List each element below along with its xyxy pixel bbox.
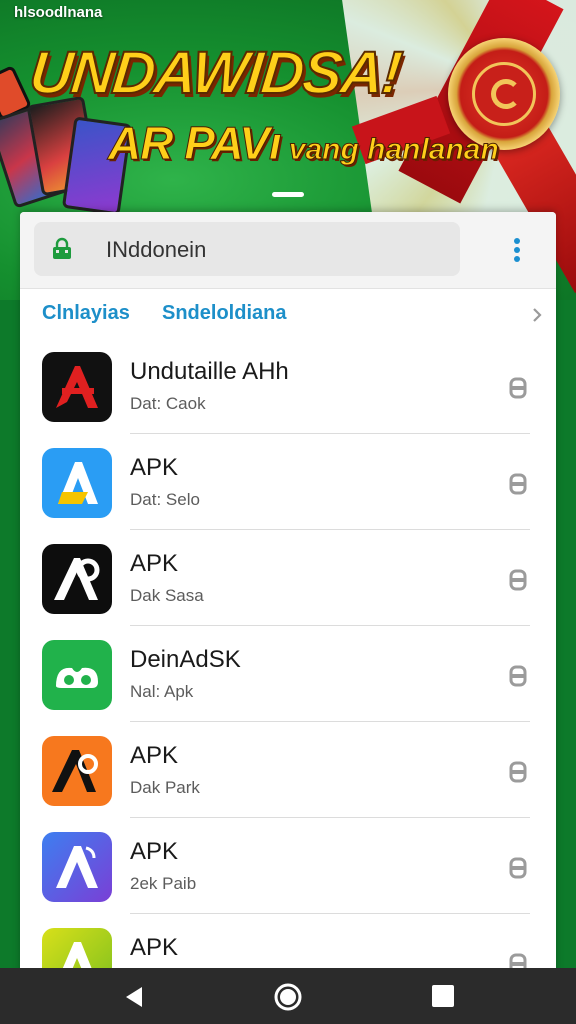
list-item[interactable]: Undutaille AHh Dat: Caok (20, 338, 556, 434)
app-subtitle: Dak Park (130, 778, 200, 797)
status-bar-text: hlsoodlnana (14, 4, 103, 21)
app-name: APK (130, 742, 179, 769)
sheet-drag-handle[interactable] (272, 192, 304, 197)
app-subtitle: 2ek Paib (130, 874, 197, 893)
banner-sub-small: vang hanlanan (288, 133, 499, 167)
list-item[interactable]: APK Dak Park (20, 722, 556, 818)
app-name: APK (130, 454, 179, 481)
breadcrumb-item[interactable]: Clnlayias (42, 302, 130, 325)
system-nav-bar (0, 968, 576, 1024)
chevron-right-icon[interactable] (526, 304, 548, 326)
breadcrumb: Clnlayias Sndeloldiana (42, 302, 542, 330)
search-header: INddonein (20, 212, 556, 289)
app-icon-green-loop (42, 640, 112, 710)
app-name: APK (130, 934, 179, 961)
home-icon[interactable] (272, 981, 304, 1013)
app-name: APK (130, 550, 179, 577)
app-name: Undutaille AHh (130, 358, 289, 385)
search-value: INddonein (106, 237, 207, 262)
app-subtitle: Dak Sasa (130, 586, 204, 605)
banner-headline: UNDAWIDSA! (25, 38, 404, 107)
breadcrumb-item[interactable]: Sndeloldiana (162, 302, 286, 325)
app-icon-red-a (42, 352, 112, 422)
app-icon-black-a (42, 544, 112, 614)
lock-bag-icon (53, 237, 71, 259)
lock-icon[interactable] (508, 472, 528, 496)
list-item[interactable]: APK 2ek Paib (20, 818, 556, 914)
recents-icon[interactable] (432, 985, 454, 1007)
lock-icon[interactable] (508, 664, 528, 688)
list-item[interactable]: APK Dat: Selo (20, 434, 556, 530)
more-options-icon[interactable] (504, 234, 530, 266)
app-subtitle: Nal: Apk (130, 682, 194, 701)
app-name: APK (130, 838, 179, 865)
banner-sub-big: AR PAVı (108, 117, 283, 170)
lock-icon[interactable] (508, 568, 528, 592)
list-item[interactable]: DeinAdSK Nal: Apk (20, 626, 556, 722)
lock-icon[interactable] (508, 760, 528, 784)
banner-subline: AR PAVı vang hanlanan (108, 116, 500, 170)
app-icon-blue-a (42, 448, 112, 518)
app-name: DeinAdSK (130, 646, 241, 673)
app-subtitle: Dat: Selo (130, 490, 200, 509)
search-input[interactable]: INddonein (34, 222, 460, 276)
app-list-sheet: INddonein Clnlayias Sndeloldiana Undutai… (20, 212, 556, 1024)
app-icon-violet-a (42, 832, 112, 902)
app-icon-orange-a (42, 736, 112, 806)
lock-icon[interactable] (508, 376, 528, 400)
lock-icon[interactable] (508, 856, 528, 880)
app-subtitle: Dat: Caok (130, 394, 206, 413)
list-item[interactable]: APK Dak Sasa (20, 530, 556, 626)
app-list: Undutaille AHh Dat: Caok APK Dat: Selo A… (20, 338, 556, 1010)
back-icon[interactable] (120, 982, 150, 1012)
